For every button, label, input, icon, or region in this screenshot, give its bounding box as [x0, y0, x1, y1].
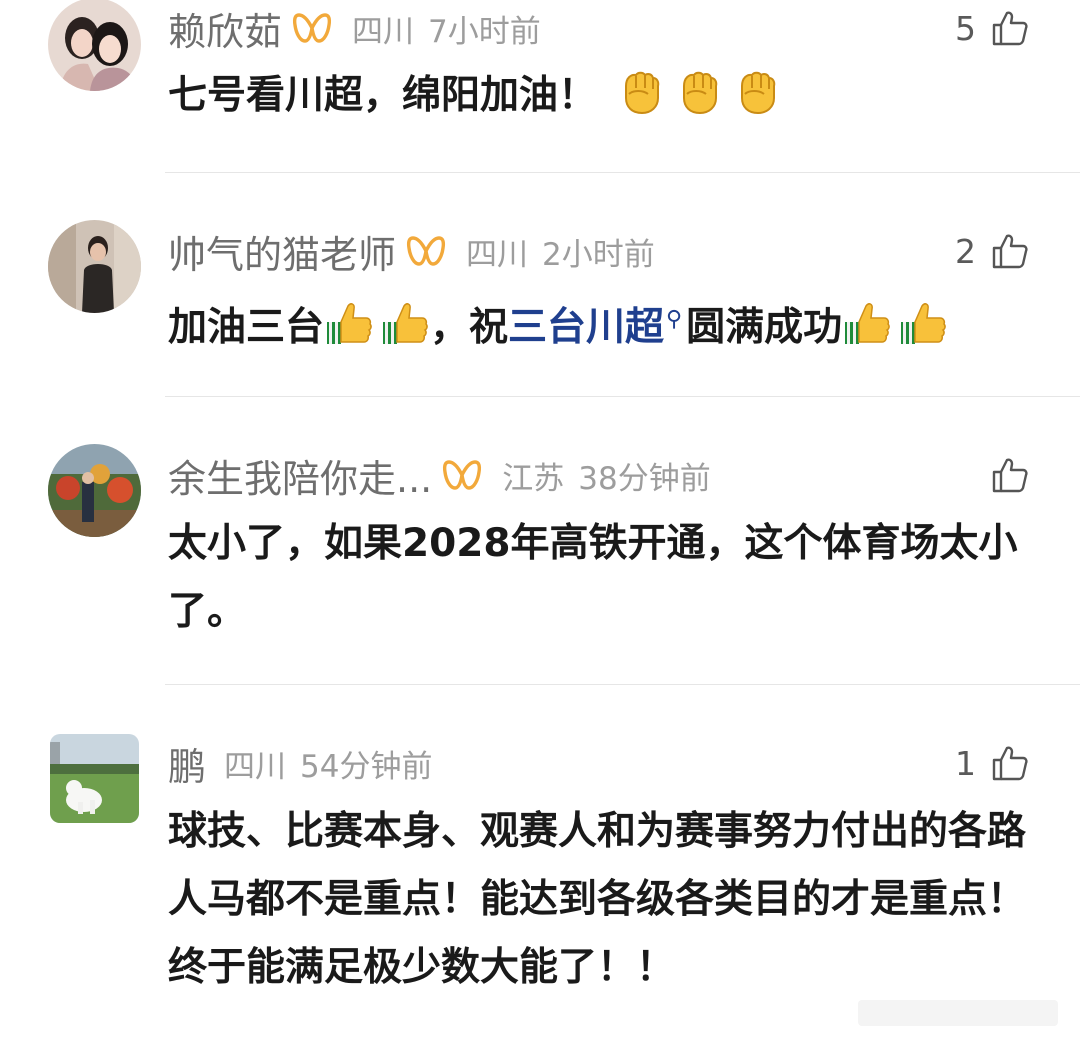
user-region: 江苏	[502, 460, 565, 497]
raised-fist-emoji	[675, 68, 723, 116]
comment-text-content: 加油三台	[168, 305, 325, 350]
like-count: 2	[955, 231, 976, 271]
thumb-up-icon[interactable]	[990, 231, 1030, 271]
thumbs-up-emoji	[842, 298, 892, 348]
scrollbar[interactable]	[858, 1000, 1058, 1026]
search-icon[interactable]: ⚲	[666, 307, 682, 332]
comment-text: 七号看川超，绵阳加油！	[168, 62, 1048, 130]
user-name[interactable]: 鹏	[168, 736, 206, 791]
comment-text: 太小了，如果2028年高铁开通，这个体育场太小了。	[168, 521, 1018, 634]
user-region: 四川	[466, 236, 529, 273]
comment-meta: 鹏 四川 54分钟前	[168, 737, 432, 789]
comment-text-content: 圆满成功	[686, 305, 843, 350]
raised-fist-emoji	[617, 68, 665, 116]
like-button[interactable]	[976, 449, 1030, 501]
avatar[interactable]	[48, 220, 141, 313]
like-button[interactable]: 1	[955, 737, 1030, 789]
comment-text-content: 七号看川超，绵阳加油！	[168, 73, 598, 118]
comment-text: 加油三台 ，祝三台川超⚲ 圆满成功	[168, 286, 1048, 362]
comment-meta: 余生我陪你走... 江苏 38分钟前	[168, 449, 711, 501]
user-name[interactable]: 帅气的猫老师	[168, 224, 396, 279]
like-count: 5	[955, 8, 976, 48]
comment-time: 7小时前	[428, 13, 541, 50]
thumb-up-icon[interactable]	[990, 8, 1030, 48]
thumbs-up-emoji	[898, 298, 948, 348]
comment-time: 38分钟前	[578, 460, 711, 497]
user-name[interactable]: 赖欣茹	[168, 1, 282, 56]
user-region: 四川	[352, 13, 415, 50]
divider	[165, 684, 1080, 685]
like-button[interactable]: 5	[955, 2, 1030, 54]
vip-badge-icon	[442, 458, 482, 492]
comment-meta: 赖欣茹 四川 7小时前	[168, 2, 541, 54]
raised-fist-emoji	[733, 68, 781, 116]
avatar[interactable]	[48, 0, 141, 91]
comment-meta: 帅气的猫老师 四川 2小时前	[168, 225, 655, 277]
thumb-up-icon[interactable]	[990, 455, 1030, 495]
like-button[interactable]: 2	[955, 225, 1030, 277]
thumb-up-icon[interactable]	[990, 743, 1030, 783]
divider	[165, 396, 1080, 397]
user-region: 四川	[224, 748, 287, 785]
comment-time: 2小时前	[542, 236, 655, 273]
comment-text-content: ，祝	[430, 305, 509, 350]
topic-link[interactable]: 三台川超	[508, 305, 664, 350]
avatar[interactable]	[48, 444, 141, 537]
comment-time: 54分钟前	[300, 748, 433, 785]
thumbs-up-emoji	[324, 298, 374, 348]
vip-badge-icon	[406, 234, 446, 268]
vip-badge-icon	[292, 11, 332, 45]
like-count: 1	[955, 743, 976, 783]
comments-list: 赖欣茹 四川 7小时前 5 七号看川超，绵阳加油！ 帅气的猫老师 四川 2小时前…	[0, 0, 1080, 1049]
divider	[165, 172, 1080, 173]
avatar[interactable]	[50, 734, 139, 823]
comment-text: 球技、比赛本身、观赛人和为赛事努力付出的各路人马都不是重点！能达到各级各类目的才…	[168, 809, 1027, 990]
thumbs-up-emoji	[380, 298, 430, 348]
user-name[interactable]: 余生我陪你走...	[168, 448, 432, 503]
